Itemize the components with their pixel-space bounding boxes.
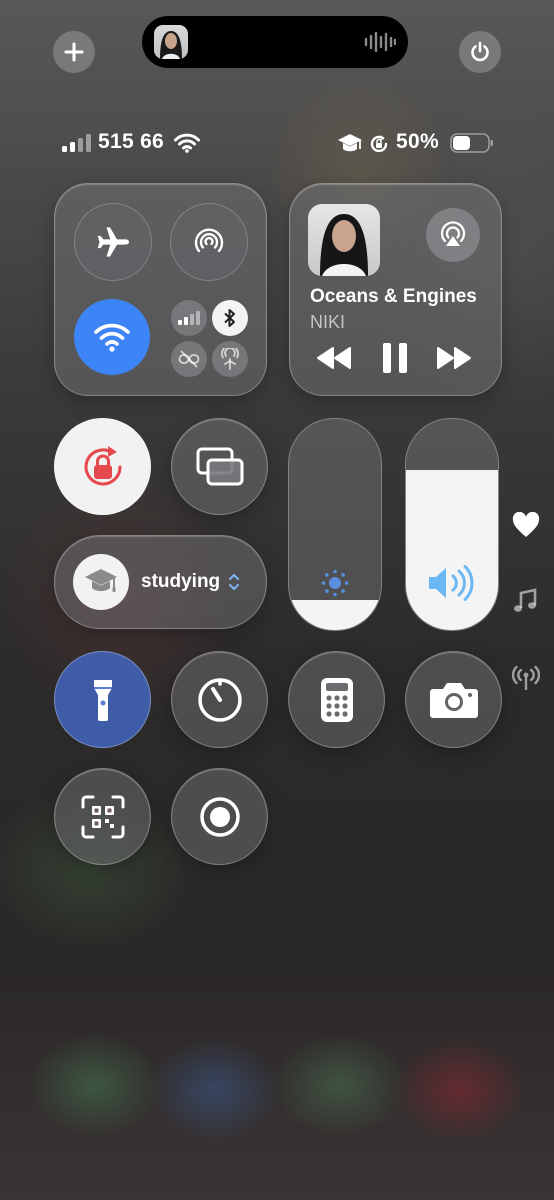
sun-icon: [321, 569, 349, 597]
airplane-icon: [97, 227, 129, 257]
hotspot-icon: [221, 348, 239, 370]
chevron-up-down-icon: [229, 573, 240, 591]
track-title: Oceans & Engines: [310, 286, 477, 307]
heart-icon[interactable]: [512, 512, 540, 538]
wifi-icon: [174, 133, 200, 153]
orientation-lock-icon: [84, 445, 121, 485]
wifi-toggle[interactable]: [74, 299, 150, 375]
carrier-label: 515 66: [98, 130, 165, 153]
battery-icon: [450, 133, 493, 153]
screen-record-button[interactable]: [171, 768, 268, 865]
timer-icon: [197, 677, 242, 722]
personal-hotspot-toggle[interactable]: [212, 341, 248, 377]
airplay-audio-icon: [440, 221, 466, 246]
graduation-cap-icon: [338, 134, 362, 152]
timer-button[interactable]: [171, 651, 268, 748]
connectivity-module: [54, 183, 267, 396]
camera-icon: [429, 682, 478, 718]
code-scanner-button[interactable]: [54, 768, 151, 865]
volume-level-fill: [406, 469, 498, 630]
airplay-button[interactable]: [426, 208, 480, 262]
rewind-button[interactable]: [316, 346, 352, 370]
screen-mirroring-toggle[interactable]: [171, 418, 268, 515]
cellular-signal-icon: [62, 134, 91, 152]
calculator-button[interactable]: [288, 651, 385, 748]
speaker-icon: [429, 565, 474, 601]
album-art: [308, 204, 380, 276]
waveform-icon: [364, 31, 396, 53]
focus-mode-control[interactable]: studying: [54, 535, 267, 629]
power-icon: [471, 41, 489, 62]
graduation-cap-icon: [85, 569, 117, 592]
track-artist: NIKI: [310, 312, 346, 332]
focus-icon-circle: [73, 554, 129, 610]
flashlight-toggle[interactable]: [54, 651, 151, 748]
qr-code-scanner-icon: [81, 795, 124, 838]
record-icon: [199, 796, 240, 837]
power-button[interactable]: [459, 31, 501, 73]
music-note-icon[interactable]: [512, 588, 538, 614]
vpn-toggle[interactable]: [171, 341, 207, 377]
orientation-lock-toggle[interactable]: [54, 418, 151, 515]
antenna-icon[interactable]: [512, 664, 540, 690]
battery-percent: 50%: [396, 130, 439, 153]
airplane-mode-toggle[interactable]: [74, 203, 152, 281]
fast-forward-icon: [437, 347, 471, 369]
flashlight-icon: [93, 679, 112, 721]
add-control-button[interactable]: [53, 31, 95, 73]
plus-icon: [64, 42, 84, 62]
screen-mirroring-icon: [196, 447, 243, 485]
brightness-slider[interactable]: [288, 418, 382, 631]
now-playing-module[interactable]: Oceans & Engines NIKI: [289, 183, 502, 396]
wifi-icon: [94, 323, 130, 352]
album-art-thumbnail: [154, 25, 188, 59]
rewind-icon: [317, 347, 351, 369]
cellular-signal-icon: [178, 311, 200, 325]
bluetooth-icon: [224, 309, 235, 327]
focus-mode-label: studying: [141, 571, 221, 592]
dynamic-island[interactable]: [142, 16, 408, 68]
brightness-level-fill: [289, 600, 381, 630]
fast-forward-button[interactable]: [436, 346, 472, 370]
airdrop-toggle[interactable]: [170, 203, 248, 281]
pause-icon: [383, 343, 407, 373]
volume-slider[interactable]: [405, 418, 499, 631]
orientation-lock-icon: [370, 135, 388, 153]
bluetooth-toggle[interactable]: [212, 300, 248, 336]
link-off-icon: [178, 350, 200, 368]
pause-button[interactable]: [382, 342, 408, 374]
camera-button[interactable]: [405, 651, 502, 748]
calculator-icon: [320, 677, 353, 722]
airdrop-icon: [194, 228, 224, 253]
cellular-data-toggle[interactable]: [171, 300, 207, 336]
